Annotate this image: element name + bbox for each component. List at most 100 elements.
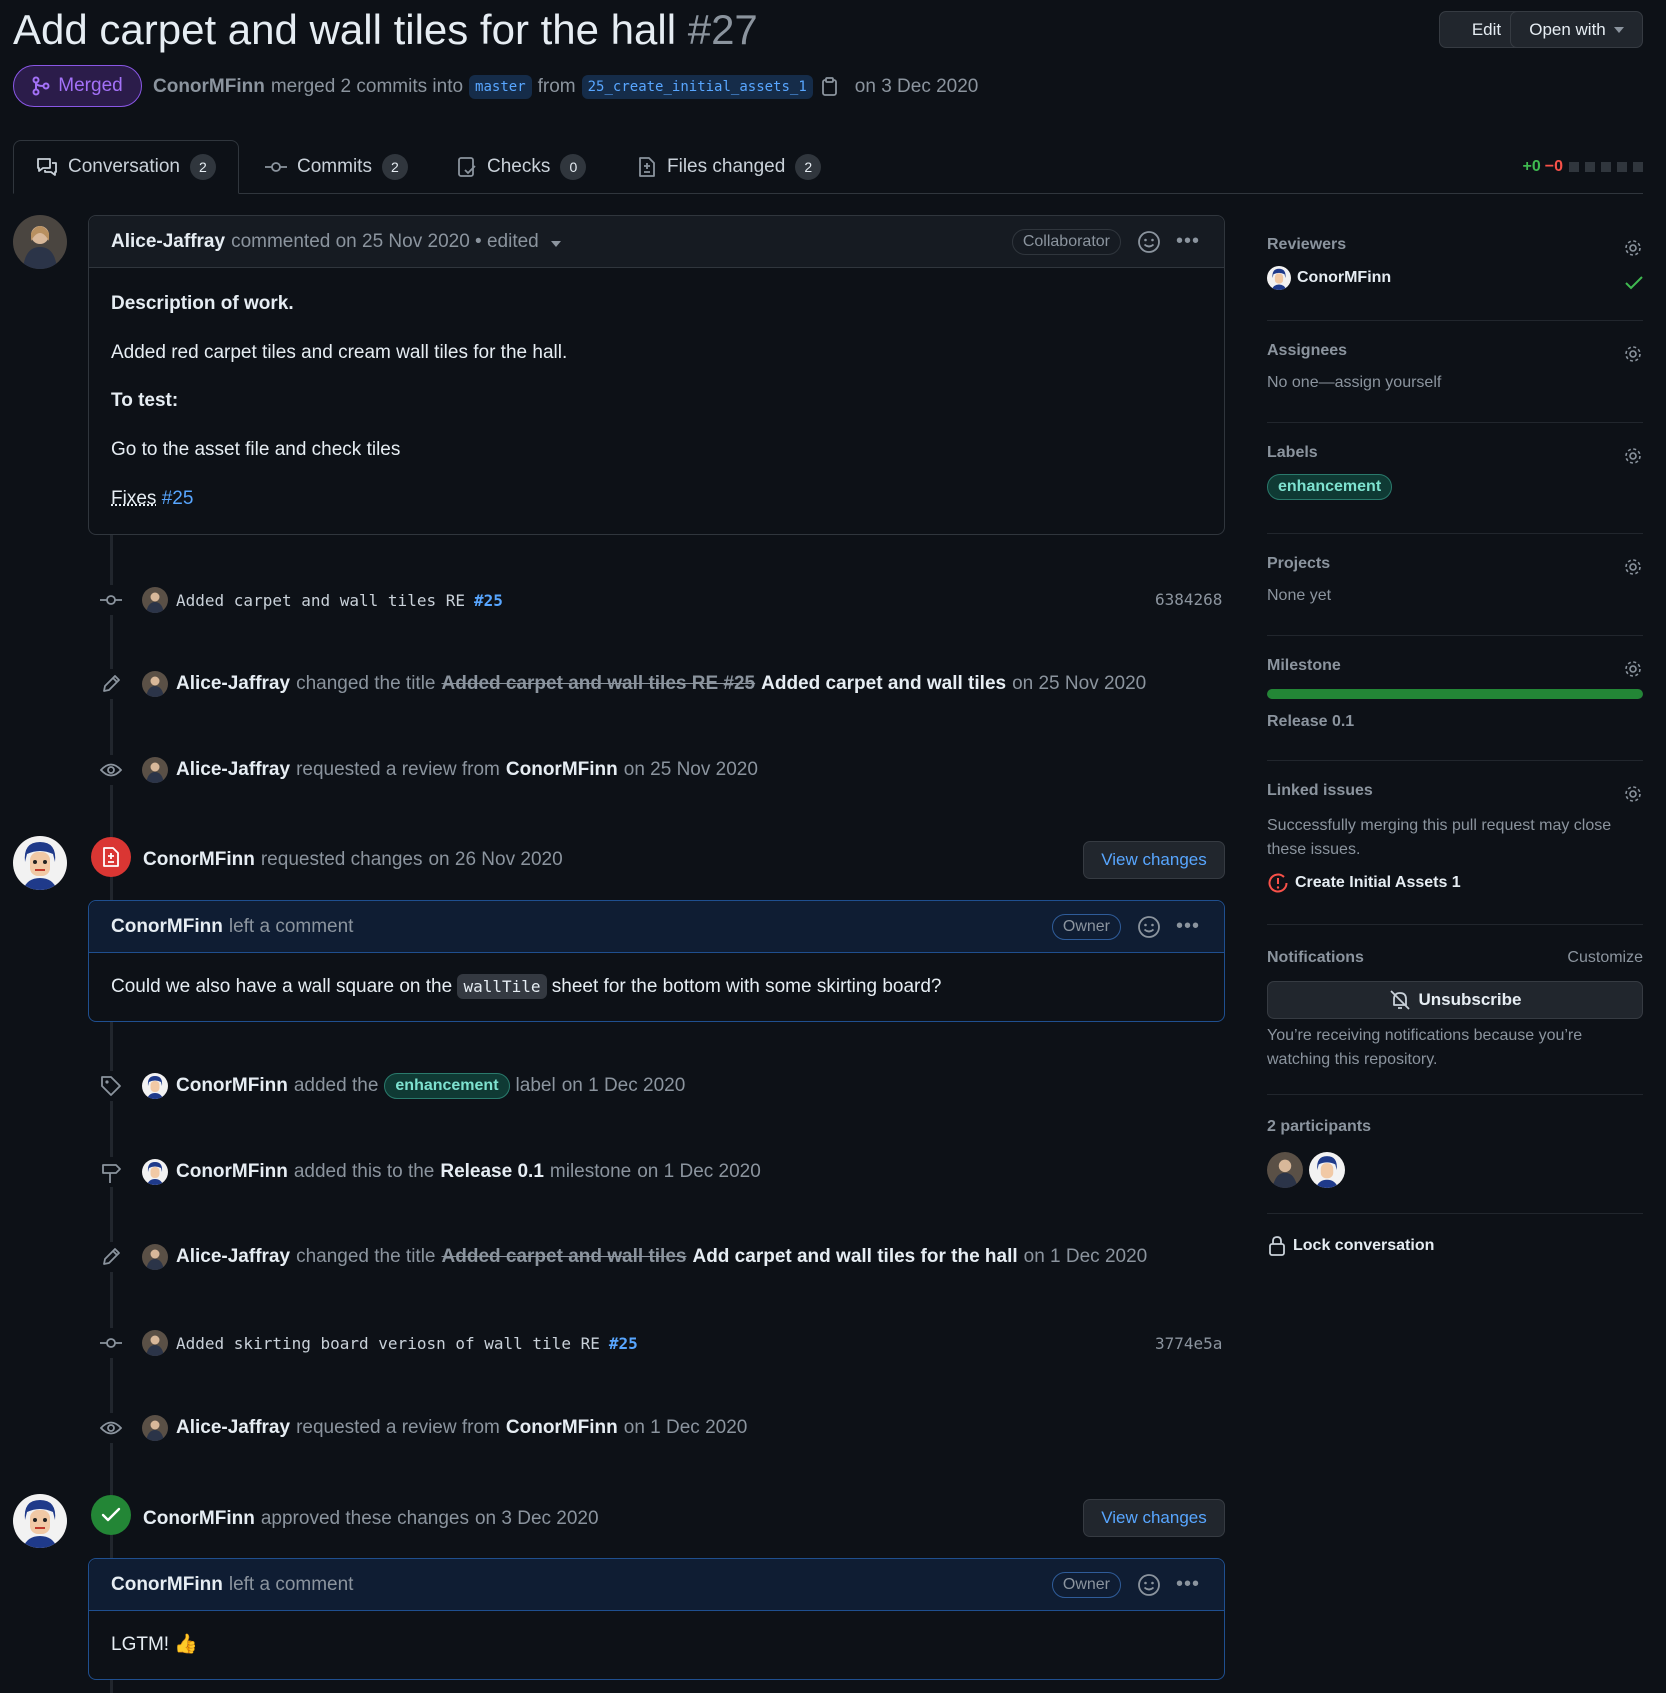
head-branch[interactable]: 25_create_initial_assets_1: [581, 75, 813, 99]
comment-header: Alice-Jaffray commented on 25 Nov 2020 •…: [89, 216, 1224, 268]
smiley-icon[interactable]: [1137, 1573, 1161, 1597]
gear-icon[interactable]: [1623, 659, 1643, 679]
gear-icon[interactable]: [1623, 784, 1643, 804]
merge-summary: ConorMFinn merged 2 commits into master …: [153, 72, 978, 102]
review-target[interactable]: ConorMFinn: [506, 1417, 618, 1439]
approved-event: ConorMFinn approved these changes on 3 D…: [143, 1503, 599, 1535]
gear-icon[interactable]: [1623, 238, 1643, 258]
commit-issue-link[interactable]: #25: [474, 591, 503, 610]
copy-icon[interactable]: [821, 77, 839, 97]
tab-conversation-count: 2: [189, 154, 216, 180]
comment-meta: left a comment: [228, 1573, 354, 1595]
merge-author[interactable]: ConorMFinn: [153, 76, 265, 98]
avatar-conor[interactable]: [1267, 266, 1291, 290]
avatar-conor[interactable]: [13, 1494, 67, 1548]
approved-check-icon: [91, 1495, 131, 1535]
sidebar-divider: [1267, 533, 1643, 534]
avatar-alice[interactable]: [142, 671, 168, 697]
avatar-conor[interactable]: [1309, 1152, 1345, 1188]
avatar-alice[interactable]: [1267, 1152, 1303, 1188]
comment-text: sheet for the bottom with some skirting …: [551, 976, 942, 997]
fixes-issue-link[interactable]: #25: [162, 488, 194, 509]
unsubscribe-button[interactable]: Unsubscribe: [1267, 981, 1643, 1019]
labels-heading[interactable]: Labels: [1267, 444, 1643, 462]
customize-link[interactable]: Customize: [1567, 949, 1643, 967]
inline-code: wallTile: [457, 974, 547, 999]
enhancement-label[interactable]: enhancement: [1267, 474, 1393, 500]
commit-message[interactable]: Added carpet and wall tiles RE: [176, 591, 465, 610]
sidebar-divider: [1267, 635, 1643, 636]
milestone-name[interactable]: Release 0.1: [1267, 713, 1643, 731]
changes-requested-icon: [91, 837, 131, 877]
comment-text: LGTM! 👍: [111, 1634, 198, 1655]
sidebar-divider: [1267, 422, 1643, 423]
gear-icon[interactable]: [1623, 557, 1643, 577]
avatar-conor[interactable]: [142, 1073, 168, 1099]
tab-checks[interactable]: Checks 0: [457, 140, 587, 194]
assign-yourself-link[interactable]: No one—assign yourself: [1267, 374, 1643, 392]
commit-sha[interactable]: 3774e5a: [1155, 1334, 1222, 1353]
event-author[interactable]: ConorMFinn: [176, 1075, 288, 1097]
kebab-horizontal-icon[interactable]: •••: [1176, 1573, 1200, 1596]
review-comment: ConorMFinn left a comment Owner ••• LGTM…: [88, 1558, 1225, 1680]
comment-author[interactable]: Alice-Jaffray: [111, 231, 225, 253]
sidebar-reviewers: Reviewers ConorMFinn: [1267, 236, 1643, 290]
open-with-button[interactable]: Open with: [1510, 11, 1643, 48]
event-author[interactable]: ConorMFinn: [143, 849, 255, 871]
tab-conversation[interactable]: Conversation 2: [13, 140, 239, 194]
assignees-heading[interactable]: Assignees: [1267, 342, 1643, 360]
milestone-heading[interactable]: Milestone: [1267, 657, 1643, 675]
reviewers-heading[interactable]: Reviewers: [1267, 236, 1643, 254]
smiley-icon[interactable]: [1137, 230, 1161, 254]
comment-author[interactable]: ConorMFinn: [111, 916, 223, 938]
commit-message[interactable]: Added skirting board veriosn of wall til…: [176, 1334, 600, 1353]
event-author[interactable]: Alice-Jaffray: [176, 759, 290, 781]
collaborator-badge: Collaborator: [1011, 229, 1121, 255]
event-author[interactable]: Alice-Jaffray: [176, 673, 290, 695]
avatar-alice[interactable]: [142, 1330, 168, 1356]
avatar-alice[interactable]: [142, 1244, 168, 1270]
event-author[interactable]: ConorMFinn: [143, 1508, 255, 1530]
event-author[interactable]: Alice-Jaffray: [176, 1417, 290, 1439]
event-action: requested changes: [260, 849, 423, 870]
avatar-alice[interactable]: [142, 587, 168, 613]
base-branch[interactable]: master: [469, 75, 532, 99]
fixes-text: Fixes: [111, 487, 157, 509]
enhancement-label[interactable]: enhancement: [384, 1073, 510, 1099]
view-changes-button[interactable]: View changes: [1083, 1499, 1225, 1537]
tab-commits[interactable]: Commits 2: [265, 140, 408, 194]
avatar-conor[interactable]: [142, 1159, 168, 1185]
linked-issue-link[interactable]: Create Initial Assets 1: [1295, 874, 1461, 892]
review-request-event: Alice-Jaffray requested a review from Co…: [96, 754, 758, 786]
kebab-horizontal-icon[interactable]: •••: [1176, 915, 1200, 938]
event-action: added the: [293, 1075, 379, 1096]
avatar-alice[interactable]: [142, 1415, 168, 1441]
reviewer-name[interactable]: ConorMFinn: [1297, 269, 1391, 287]
avatar-alice[interactable]: [13, 215, 67, 269]
projects-heading[interactable]: Projects: [1267, 555, 1643, 573]
tab-files-changed[interactable]: Files changed 2: [637, 140, 822, 194]
merged-badge: Merged: [13, 65, 142, 107]
view-changes-button[interactable]: View changes: [1083, 841, 1225, 879]
sidebar-milestone: Milestone Release 0.1: [1267, 657, 1643, 731]
lock-conversation-link[interactable]: Lock conversation: [1267, 1235, 1643, 1257]
milestone-link[interactable]: Release 0.1: [440, 1161, 544, 1183]
tab-files-changed-label: Files changed: [667, 156, 786, 177]
gear-icon[interactable]: [1623, 446, 1643, 466]
comment-author[interactable]: ConorMFinn: [111, 1574, 223, 1596]
caret-down-icon[interactable]: [550, 240, 561, 247]
commit-issue-link[interactable]: #25: [609, 1334, 638, 1353]
avatar-alice[interactable]: [142, 757, 168, 783]
event-date: on 1 Dec 2020: [561, 1075, 686, 1096]
kebab-horizontal-icon[interactable]: •••: [1176, 230, 1200, 253]
smiley-icon[interactable]: [1137, 915, 1161, 939]
review-target[interactable]: ConorMFinn: [506, 759, 618, 781]
comment-header: ConorMFinn left a comment Owner •••: [89, 901, 1224, 953]
linked-issues-heading[interactable]: Linked issues: [1267, 782, 1643, 800]
event-author[interactable]: ConorMFinn: [176, 1161, 288, 1183]
comment-discussion-icon: [37, 158, 57, 176]
avatar-conor[interactable]: [13, 836, 67, 890]
commit-sha[interactable]: 6384268: [1155, 590, 1222, 609]
gear-icon[interactable]: [1623, 344, 1643, 364]
event-author[interactable]: Alice-Jaffray: [176, 1246, 290, 1268]
